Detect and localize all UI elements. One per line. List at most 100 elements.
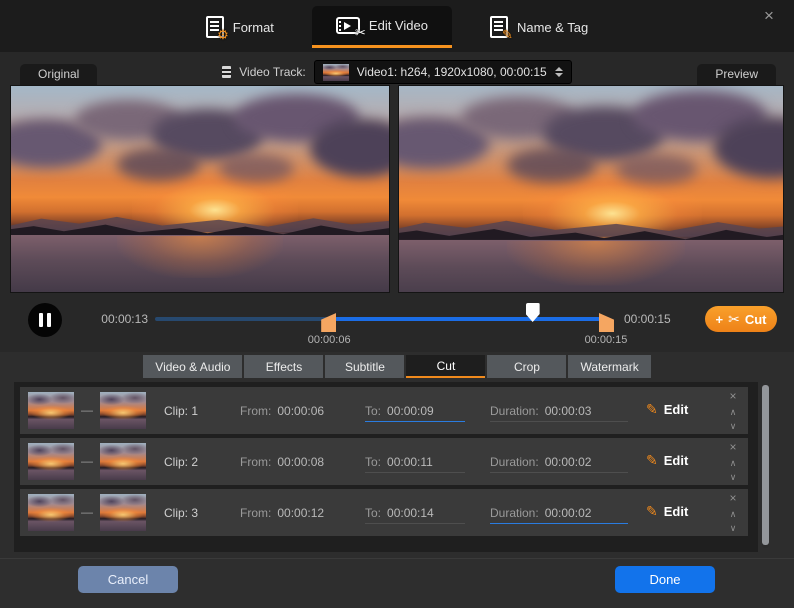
trim-end-marker[interactable] <box>599 313 614 332</box>
tab-edit-video[interactable]: ✂ Edit Video <box>312 6 452 48</box>
pencil-icon: ✎ <box>646 401 658 418</box>
thumb-connector: — <box>76 454 98 468</box>
move-down-icon[interactable]: ∨ <box>730 473 737 482</box>
sunset-scene <box>11 86 389 292</box>
clip-end-thumbnail <box>100 443 146 480</box>
plus-icon: + <box>716 312 724 327</box>
clip-start-thumbnail <box>28 494 74 531</box>
row-controls: × ∧ ∨ <box>724 489 742 536</box>
seek-timeline[interactable]: 00:00:06 00:00:15 <box>155 317 610 321</box>
footer-bar: Cancel Done <box>0 558 794 608</box>
edit-clip-button[interactable]: ✎Edit <box>646 401 688 418</box>
cut-button[interactable]: + ✂ Cut <box>705 306 777 332</box>
move-up-icon[interactable]: ∧ <box>730 408 737 417</box>
total-time: 00:00:15 <box>624 312 671 326</box>
clip-duration-field[interactable]: Duration:00:00:03 <box>490 404 628 422</box>
document-gear-icon: ⚙ <box>206 16 224 38</box>
trim-start-marker[interactable] <box>321 313 336 332</box>
tab-format-label: Format <box>233 20 274 35</box>
clip-name: Clip: 1 <box>164 404 198 418</box>
preview-label: Preview <box>697 64 776 85</box>
cut-button-label: Cut <box>745 312 767 327</box>
current-time: 00:00:13 <box>96 312 148 326</box>
timeline-segment-before <box>155 317 335 321</box>
close-icon[interactable]: × <box>758 6 780 26</box>
move-down-icon[interactable]: ∨ <box>730 422 737 431</box>
pencil-icon: ✎ <box>646 503 658 520</box>
video-track-value: Video1: h264, 1920x1080, 00:00:15 <box>357 65 547 79</box>
track-thumbnail <box>323 64 349 81</box>
tab-name-tag-label: Name & Tag <box>517 20 588 35</box>
video-track-label: Video Track: <box>239 65 305 79</box>
clip-end-thumbnail <box>100 392 146 429</box>
scrollbar-thumb[interactable] <box>762 385 769 545</box>
stage: Video Track: Video1: h264, 1920x1080, 00… <box>0 52 794 293</box>
sunset-scene <box>398 85 784 293</box>
edit-tab-bar: Video & Audio Effects Subtitle Cut Crop … <box>0 355 794 378</box>
row-controls: × ∧ ∨ <box>724 387 742 434</box>
clip-start-thumbnail <box>28 392 74 429</box>
document-pencil-icon: ✎ <box>490 16 508 38</box>
clip-to-field[interactable]: To:00:00:11 <box>365 455 465 473</box>
select-spinner-icon <box>555 67 563 77</box>
pause-icon <box>47 313 51 327</box>
thumb-connector: — <box>76 403 98 417</box>
clip-row-3[interactable]: — Clip: 3 From:00:00:12 To:00:00:14 Dura… <box>20 489 748 536</box>
clip-name: Clip: 3 <box>164 506 198 520</box>
clip-row-1[interactable]: — Clip: 1 From:00:00:06 To:00:00:09 Dura… <box>20 387 748 434</box>
clip-name: Clip: 2 <box>164 455 198 469</box>
video-canvas-original <box>10 85 390 293</box>
main-tab-bar: ⚙ Format ✂ Edit Video ✎ Name & Tag <box>0 6 794 48</box>
pause-icon <box>39 313 43 327</box>
original-label: Original <box>20 64 97 85</box>
edit-video-dialog: ⚙ Format ✂ Edit Video ✎ Name & Tag × Vid… <box>0 0 794 608</box>
transport-bar: 00:00:13 00:00:06 00:00:15 00:00:15 + ✂ Cu… <box>0 293 794 352</box>
edit-clip-button[interactable]: ✎Edit <box>646 503 688 520</box>
tab-video-audio[interactable]: Video & Audio <box>143 355 242 378</box>
tab-name-tag[interactable]: ✎ Name & Tag <box>466 6 612 48</box>
scissors-icon: ✂ <box>728 311 740 328</box>
done-button[interactable]: Done <box>615 566 715 593</box>
move-down-icon[interactable]: ∨ <box>730 524 737 533</box>
pause-button[interactable] <box>28 303 62 337</box>
clip-from-field[interactable]: From:00:00:06 <box>240 404 324 418</box>
move-up-icon[interactable]: ∧ <box>730 510 737 519</box>
trim-start-time: 00:00:06 <box>301 334 357 346</box>
film-scissors-icon: ✂ <box>336 17 360 34</box>
pencil-icon: ✎ <box>646 452 658 469</box>
tab-edit-video-label: Edit Video <box>369 18 428 33</box>
clip-from-field[interactable]: From:00:00:12 <box>240 506 324 520</box>
video-track-row: Video Track: Video1: h264, 1920x1080, 00… <box>0 60 794 84</box>
tab-crop[interactable]: Crop <box>487 355 566 378</box>
clip-list-scrollbar <box>762 385 769 548</box>
cancel-button[interactable]: Cancel <box>78 566 178 593</box>
tab-cut[interactable]: Cut <box>406 355 485 378</box>
trim-end-time: 00:00:15 <box>578 334 634 346</box>
clip-to-field[interactable]: To:00:00:14 <box>365 506 465 524</box>
row-controls: × ∧ ∨ <box>724 438 742 485</box>
clip-end-thumbnail <box>100 494 146 531</box>
clip-start-thumbnail <box>28 443 74 480</box>
move-up-icon[interactable]: ∧ <box>730 459 737 468</box>
edit-clip-button[interactable]: ✎Edit <box>646 452 688 469</box>
remove-clip-icon[interactable]: × <box>729 441 736 453</box>
video-track-select[interactable]: Video1: h264, 1920x1080, 00:00:15 <box>314 60 572 84</box>
tab-watermark[interactable]: Watermark <box>568 355 650 378</box>
clip-to-field[interactable]: To:00:00:09 <box>365 404 465 422</box>
video-canvas-preview <box>398 85 784 293</box>
thumb-connector: — <box>76 505 98 519</box>
tab-subtitle[interactable]: Subtitle <box>325 355 404 378</box>
edit-panel: Video & Audio Effects Subtitle Cut Crop … <box>0 352 794 558</box>
remove-clip-icon[interactable]: × <box>729 390 736 402</box>
clip-row-2[interactable]: — Clip: 2 From:00:00:08 To:00:00:11 Dura… <box>20 438 748 485</box>
timeline-segment-selected <box>335 317 600 321</box>
remove-clip-icon[interactable]: × <box>729 492 736 504</box>
clip-list: — Clip: 1 From:00:00:06 To:00:00:09 Dura… <box>14 382 758 552</box>
tab-format[interactable]: ⚙ Format <box>182 6 298 48</box>
filmstrip-icon <box>222 66 231 78</box>
clip-duration-field[interactable]: Duration:00:00:02 <box>490 506 628 524</box>
clip-from-field[interactable]: From:00:00:08 <box>240 455 324 469</box>
clip-duration-field[interactable]: Duration:00:00:02 <box>490 455 628 473</box>
titlebar: ⚙ Format ✂ Edit Video ✎ Name & Tag × <box>0 0 794 52</box>
tab-effects[interactable]: Effects <box>244 355 323 378</box>
